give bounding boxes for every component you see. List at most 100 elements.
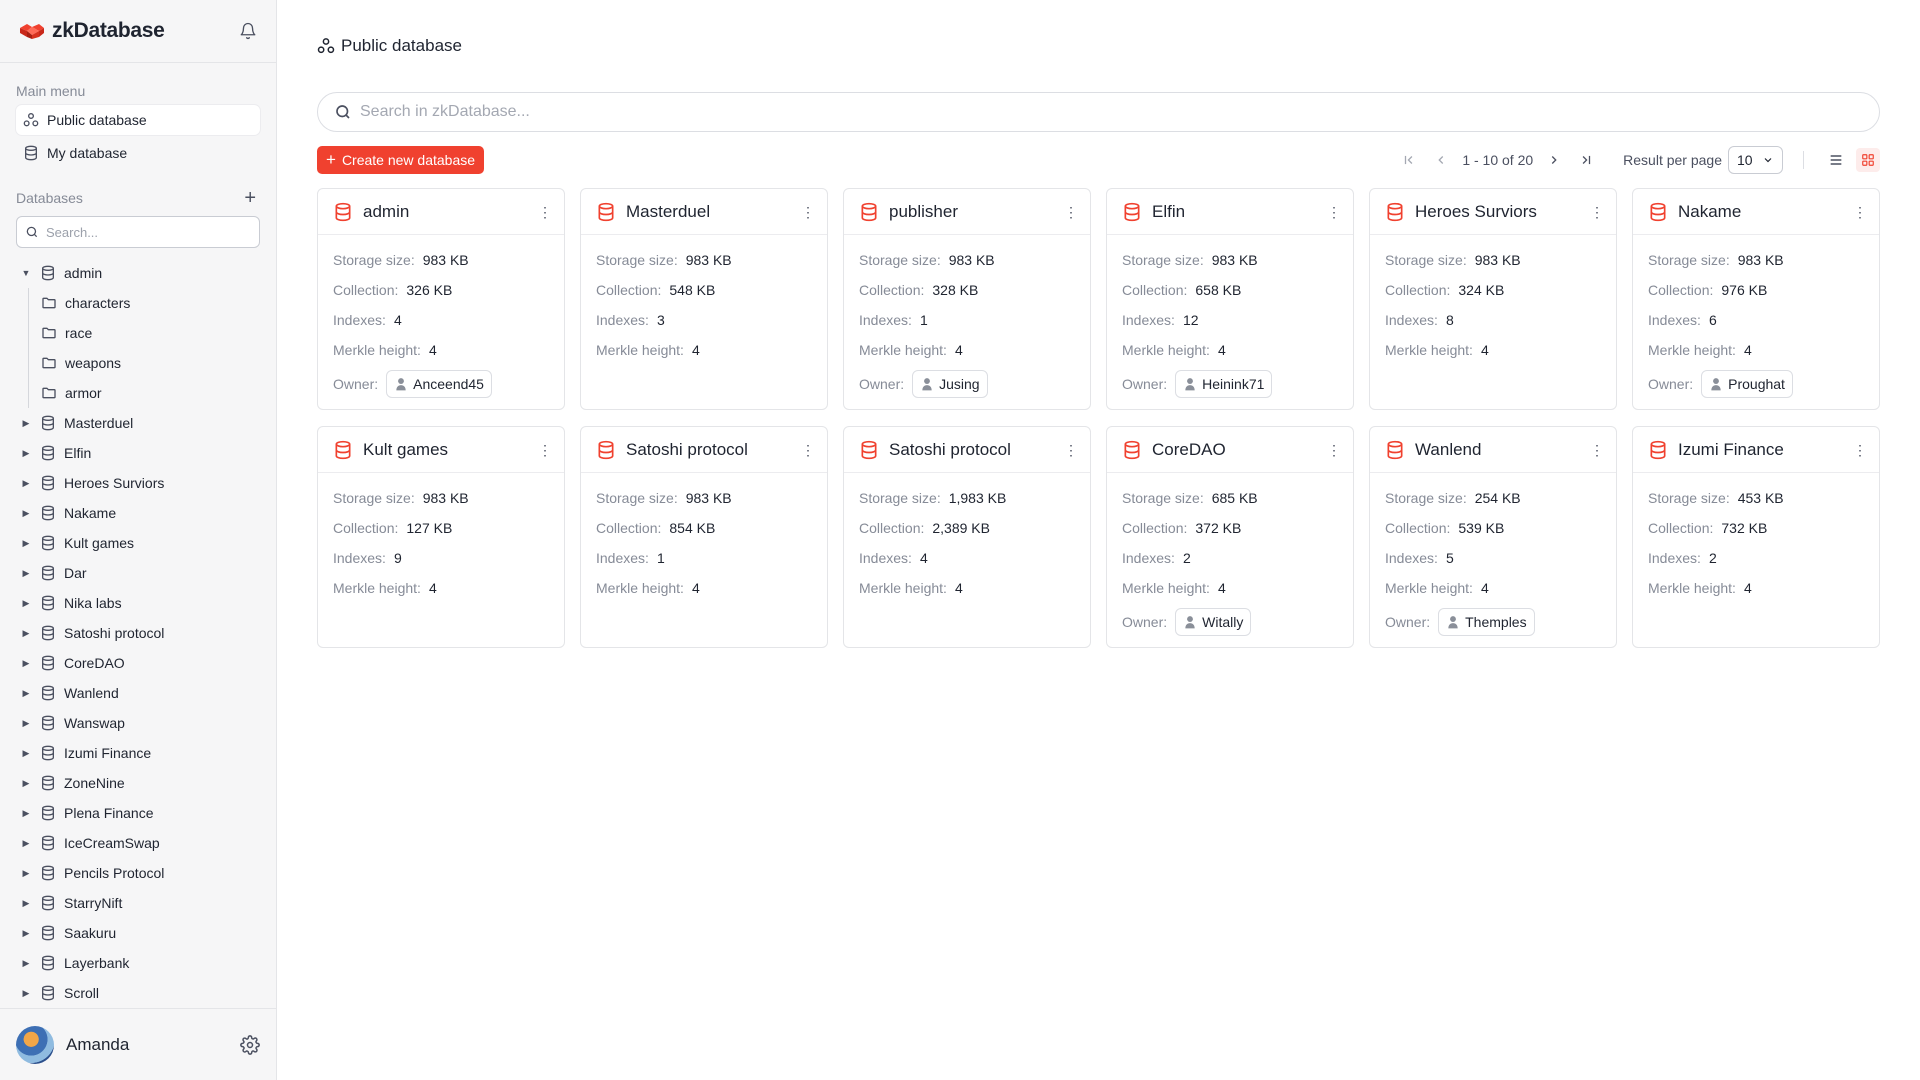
tree-item-database[interactable]: ▶ Masterduel: [0, 408, 276, 438]
tree-item-label: Izumi Finance: [64, 745, 152, 761]
owner-chip[interactable]: Heinink71: [1175, 370, 1273, 398]
bell-icon[interactable]: [238, 21, 258, 41]
database-card[interactable]: Kult games ⋮ Storage size: 983 KB Collection…: [317, 426, 565, 648]
more-options-icon[interactable]: ⋮: [801, 205, 815, 219]
tree-item-collection[interactable]: race: [28, 318, 276, 348]
add-database-icon[interactable]: +: [244, 188, 256, 208]
tree-item-database[interactable]: ▶ IceCreamSwap: [0, 828, 276, 858]
caret-right-icon[interactable]: ▶: [20, 688, 32, 699]
tree-item-database[interactable]: ▶ CoreDAO: [0, 648, 276, 678]
sidebar-search-input[interactable]: [46, 224, 226, 240]
database-card[interactable]: Izumi Finance ⋮ Storage size: 453 KB Collect…: [1632, 426, 1880, 648]
database-card[interactable]: Heroes Surviors ⋮ Storage size: 983 KB Colle…: [1369, 188, 1617, 410]
more-options-icon[interactable]: ⋮: [1327, 443, 1341, 457]
gear-icon[interactable]: [240, 1034, 260, 1055]
database-card[interactable]: Elfin ⋮ Storage size: 983 KB Collection: 658 …: [1106, 188, 1354, 410]
tree-item-database[interactable]: ▶ Satoshi protocol: [0, 618, 276, 648]
caret-down-icon[interactable]: ▼: [20, 268, 32, 278]
tree-item-database[interactable]: ▶ Plena Finance: [0, 798, 276, 828]
tree-item-database[interactable]: ▶ Kult games: [0, 528, 276, 558]
caret-right-icon[interactable]: ▶: [20, 628, 32, 639]
database-card[interactable]: Satoshi protocol ⋮ Storage size: 1,983 KB Co…: [843, 426, 1091, 648]
caret-right-icon[interactable]: ▶: [20, 778, 32, 789]
tree-item-database[interactable]: ▼ admin: [0, 258, 276, 288]
caret-right-icon[interactable]: ▶: [20, 898, 32, 909]
database-card[interactable]: CoreDAO ⋮ Storage size: 685 KB Collection: 37…: [1106, 426, 1354, 648]
caret-right-icon[interactable]: ▶: [20, 748, 32, 759]
more-options-icon[interactable]: ⋮: [1064, 205, 1078, 219]
caret-right-icon[interactable]: ▶: [20, 448, 32, 459]
tree-item-database[interactable]: ▶ Elfin: [0, 438, 276, 468]
owner-chip[interactable]: Anceend45: [386, 370, 492, 398]
list-view-icon[interactable]: [1824, 148, 1848, 172]
last-page-icon[interactable]: [1575, 149, 1597, 171]
tree-item-database[interactable]: ▶ Wanlend: [0, 678, 276, 708]
tree-item-collection[interactable]: armor: [28, 378, 276, 408]
avatar[interactable]: [16, 1025, 54, 1064]
owner-chip[interactable]: Themples: [1438, 608, 1535, 636]
caret-right-icon[interactable]: ▶: [20, 598, 32, 609]
main-search-input[interactable]: [360, 103, 1863, 121]
database-card[interactable]: Satoshi protocol ⋮ Storage size: 983 KB Coll…: [580, 426, 828, 648]
owner-chip[interactable]: Witally: [1175, 608, 1252, 636]
prev-page-icon[interactable]: [1430, 149, 1452, 171]
tree-item-database[interactable]: ▶ ZoneNine: [0, 768, 276, 798]
more-options-icon[interactable]: ⋮: [1590, 443, 1604, 457]
database-card[interactable]: Wanlend ⋮ Storage size: 254 KB Collection: 53…: [1369, 426, 1617, 648]
tree-item-database[interactable]: ▶ Scroll: [0, 978, 276, 1008]
tree-item-database[interactable]: ▶ Izumi Finance: [0, 738, 276, 768]
tree-item-collection[interactable]: weapons: [28, 348, 276, 378]
card-header: CoreDAO ⋮: [1107, 427, 1353, 473]
sidebar: zkDatabase Main menu Public database My …: [0, 0, 277, 1080]
database-card[interactable]: Masterduel ⋮ Storage size: 983 KB Collection…: [580, 188, 828, 410]
tree-item-database[interactable]: ▶ Heroes Surviors: [0, 468, 276, 498]
tree-item-database[interactable]: ▶ Nakame: [0, 498, 276, 528]
owner-row: Owner: Anceend45: [333, 365, 549, 403]
more-options-icon[interactable]: ⋮: [1064, 443, 1078, 457]
database-icon: [40, 955, 56, 971]
caret-right-icon[interactable]: ▶: [20, 418, 32, 429]
caret-right-icon[interactable]: ▶: [20, 808, 32, 819]
menu-item-public-database[interactable]: Public database: [16, 105, 260, 135]
next-page-icon[interactable]: [1543, 149, 1565, 171]
caret-right-icon[interactable]: ▶: [20, 868, 32, 879]
more-options-icon[interactable]: ⋮: [538, 443, 552, 457]
first-page-icon[interactable]: [1398, 149, 1420, 171]
menu-item-my-database[interactable]: My database: [16, 138, 260, 168]
owner-chip[interactable]: Jusing: [912, 370, 988, 398]
tree-item-database[interactable]: ▶ Pencils Protocol: [0, 858, 276, 888]
collection-value: 2,389 KB: [932, 520, 990, 536]
tree-item-database[interactable]: ▶ Nika labs: [0, 588, 276, 618]
caret-right-icon[interactable]: ▶: [20, 478, 32, 489]
database-card[interactable]: publisher ⋮ Storage size: 983 KB Collection:…: [843, 188, 1091, 410]
caret-right-icon[interactable]: ▶: [20, 838, 32, 849]
caret-right-icon[interactable]: ▶: [20, 718, 32, 729]
database-card[interactable]: Nakame ⋮ Storage size: 983 KB Collection: 976…: [1632, 188, 1880, 410]
collection-value: 732 KB: [1721, 520, 1768, 536]
tree-item-database[interactable]: ▶ Layerbank: [0, 948, 276, 978]
grid-view-icon[interactable]: [1856, 148, 1880, 172]
tree-item-database[interactable]: ▶ Dar: [0, 558, 276, 588]
more-options-icon[interactable]: ⋮: [1590, 205, 1604, 219]
more-options-icon[interactable]: ⋮: [1853, 443, 1867, 457]
tree-item-database[interactable]: ▶ Wanswap: [0, 708, 276, 738]
more-options-icon[interactable]: ⋮: [538, 205, 552, 219]
database-icon: [40, 625, 56, 641]
caret-right-icon[interactable]: ▶: [20, 538, 32, 549]
results-per-page-select[interactable]: 10: [1728, 146, 1783, 174]
caret-right-icon[interactable]: ▶: [20, 988, 32, 999]
more-options-icon[interactable]: ⋮: [801, 443, 815, 457]
create-database-button[interactable]: + Create new database: [317, 146, 485, 174]
tree-item-database[interactable]: ▶ Saakuru: [0, 918, 276, 948]
caret-right-icon[interactable]: ▶: [20, 568, 32, 579]
tree-item-collection[interactable]: characters: [28, 288, 276, 318]
caret-right-icon[interactable]: ▶: [20, 958, 32, 969]
caret-right-icon[interactable]: ▶: [20, 508, 32, 519]
caret-right-icon[interactable]: ▶: [20, 658, 32, 669]
owner-chip[interactable]: Proughat: [1701, 370, 1793, 398]
caret-right-icon[interactable]: ▶: [20, 928, 32, 939]
more-options-icon[interactable]: ⋮: [1853, 205, 1867, 219]
more-options-icon[interactable]: ⋮: [1327, 205, 1341, 219]
tree-item-database[interactable]: ▶ StarryNift: [0, 888, 276, 918]
database-card[interactable]: admin ⋮ Storage size: 983 KB Collection: 326 …: [317, 188, 565, 410]
